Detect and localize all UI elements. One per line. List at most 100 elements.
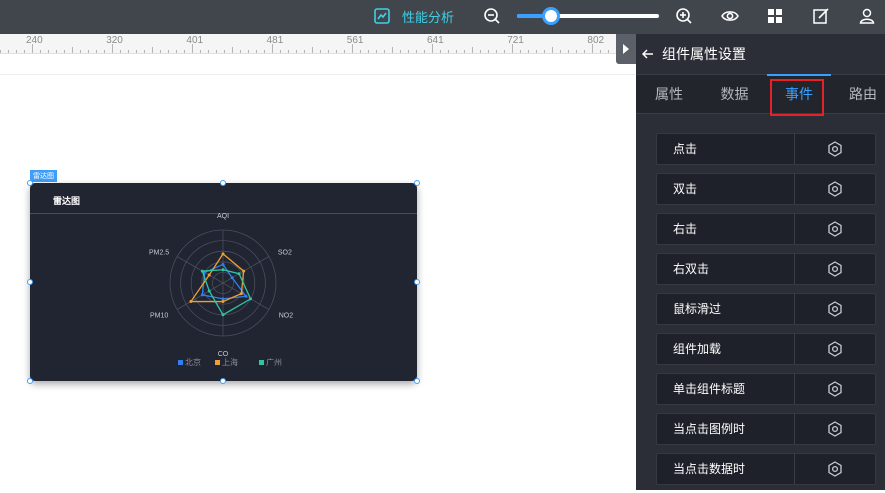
radar-data-point: [189, 300, 193, 304]
event-label: 单击组件标题: [673, 382, 746, 396]
radar-chart-widget[interactable]: 雷达图 AQI SO2 NO2 CO PM10 PM2.5 北京 上海 广州: [30, 183, 417, 381]
legend-label: 广州: [266, 357, 282, 367]
panel-toggle-button[interactable]: [616, 34, 636, 64]
gear-icon[interactable]: [827, 381, 843, 397]
ruler-label: 561: [346, 35, 364, 46]
event-row[interactable]: 当点击图例时: [656, 413, 876, 445]
event-label: 当点击图例时: [673, 422, 746, 436]
zoom-out-icon[interactable]: [482, 6, 502, 26]
ruler-tick: [56, 50, 57, 53]
ruler-tick: [536, 50, 537, 53]
ruler-tick: [88, 50, 89, 53]
resize-handle-nw[interactable]: [27, 180, 33, 186]
tab-routing[interactable]: 路由: [831, 75, 885, 115]
event-row[interactable]: 单击组件标题: [656, 373, 876, 405]
back-arrow-icon[interactable]: [642, 48, 654, 60]
gear-icon[interactable]: [827, 181, 843, 197]
resize-handle-sw[interactable]: [27, 378, 33, 384]
ruler-tick: [504, 50, 505, 53]
gear-icon[interactable]: [827, 301, 843, 317]
legend-label: 北京: [185, 357, 201, 367]
radar-data-point: [200, 269, 204, 273]
zoom-in-icon[interactable]: [674, 6, 694, 26]
radar-chart: AQI SO2 NO2 CO PM10 PM2.5 北京 上海 广州: [149, 213, 293, 367]
event-divider: [794, 294, 795, 324]
ruler-tick: [496, 50, 497, 53]
zoom-slider-thumb[interactable]: [542, 7, 561, 25]
event-divider: [794, 174, 795, 204]
event-row[interactable]: 点击: [656, 133, 876, 165]
radar-data-point: [242, 269, 246, 273]
resize-handle-n[interactable]: [220, 180, 226, 186]
gear-icon[interactable]: [827, 461, 843, 477]
ruler-tick: [280, 50, 281, 53]
ruler-tick: [328, 50, 329, 53]
edit-icon[interactable]: [811, 6, 831, 26]
eye-icon[interactable]: [720, 6, 740, 26]
tab-data[interactable]: 数据: [702, 75, 767, 115]
gear-icon[interactable]: [827, 421, 843, 437]
ruler-tick: [264, 50, 265, 53]
event-divider: [794, 374, 795, 404]
event-row[interactable]: 鼠标滑过: [656, 293, 876, 325]
ruler-tick: [152, 47, 153, 53]
ruler-tick: [24, 50, 25, 53]
event-label: 点击: [673, 142, 698, 156]
ruler-tick: [320, 50, 321, 53]
gear-icon[interactable]: [827, 141, 843, 157]
ruler-tick: [144, 50, 145, 53]
radar-indicator-label: PM2.5: [149, 250, 169, 257]
property-panel: 组件属性设置 属性 数据 事件 路由 点击 双击 右击 右双击 鼠标滑过 组件加载 单击组件…: [636, 34, 885, 490]
event-divider: [794, 334, 795, 364]
event-row[interactable]: 右双击: [656, 253, 876, 285]
ruler-label: 320: [106, 35, 123, 46]
panel-tabs: 属性 数据 事件 路由: [636, 74, 885, 114]
ruler-tick: [296, 50, 297, 53]
ruler-tick: [288, 50, 289, 53]
event-row[interactable]: 右击: [656, 213, 876, 245]
performance-analysis-label: 性能分析: [402, 10, 455, 26]
resize-handle-se[interactable]: [414, 378, 420, 384]
gear-icon[interactable]: [827, 221, 843, 237]
ruler-tick: [304, 50, 305, 53]
gear-icon[interactable]: [827, 341, 843, 357]
ruler-tick: [336, 50, 337, 53]
ruler-tick: [584, 50, 585, 53]
ruler-tick: [224, 50, 225, 53]
radar-data-point: [207, 289, 211, 293]
ruler-tick: [72, 47, 73, 53]
radar-indicator-label: SO2: [278, 250, 292, 257]
zoom-slider[interactable]: [517, 7, 659, 25]
ruler-tick: [360, 50, 361, 53]
resize-handle-ne[interactable]: [414, 180, 420, 186]
event-row[interactable]: 双击: [656, 173, 876, 205]
ruler-tick: [560, 50, 561, 53]
gear-icon[interactable]: [827, 261, 843, 277]
ruler-tick: [200, 50, 201, 53]
ruler-tick: [176, 50, 177, 53]
ruler-tick: [104, 50, 105, 53]
user-icon[interactable]: [857, 6, 877, 26]
performance-analysis-button[interactable]: 性能分析: [374, 5, 454, 27]
event-label: 当点击数据时: [673, 462, 746, 476]
tab-properties[interactable]: 属性: [636, 75, 702, 115]
radar-data-point: [244, 294, 248, 298]
legend-label: 上海: [222, 357, 238, 367]
resize-handle-e[interactable]: [414, 279, 420, 285]
ruler-tick: [208, 50, 209, 53]
event-divider: [794, 414, 795, 444]
event-divider: [794, 214, 795, 244]
resize-handle-s[interactable]: [220, 378, 226, 384]
event-label: 组件加载: [673, 342, 722, 356]
radar-data-point: [221, 313, 225, 317]
ruler-tick: [400, 50, 401, 53]
ruler-tick: [248, 50, 249, 53]
ruler-tick: [600, 50, 601, 53]
event-row[interactable]: 组件加载: [656, 333, 876, 365]
ruler-tick: [464, 50, 465, 53]
ruler-tick: [520, 50, 521, 53]
grid-icon[interactable]: [765, 6, 785, 26]
resize-handle-w[interactable]: [27, 279, 33, 285]
radar-data-point: [221, 300, 225, 304]
event-row[interactable]: 当点击数据时: [656, 453, 876, 485]
